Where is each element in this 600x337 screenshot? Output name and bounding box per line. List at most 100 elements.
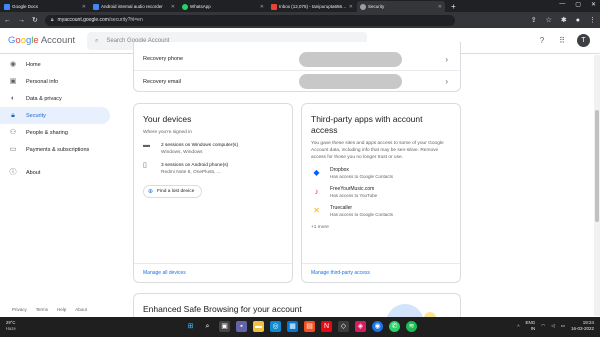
dropbox-icon: ◆ [313,168,320,177]
app-access: Has access to YouTube [330,193,378,198]
language-indicator[interactable]: ENG IN [526,320,536,332]
browser-tab[interactable]: Google Docs ✕ [1,1,89,12]
app-text: FreeYourMusic.com Has access to YouTube [330,186,377,199]
back-icon[interactable]: ← [4,17,11,24]
person-icon: ▣ [9,77,17,85]
manage-third-party-link[interactable]: Manage third-party access [302,263,460,282]
maximize-icon[interactable]: ▢ [575,1,581,8]
device-main: 3 sessions on Android phone(s) [161,163,229,168]
sidebar: ◉ Home ▣ Personal info ◐ Data & privacy … [0,56,118,316]
sidebar-item-people-sharing[interactable]: ⚇ People & sharing [0,124,110,141]
window-close-icon[interactable]: ✕ [591,1,596,8]
tab-close-icon[interactable]: ✕ [349,4,353,10]
browser-tab-active[interactable]: Security ✕ [357,1,445,12]
forward-icon[interactable]: → [18,17,25,24]
device-row-android[interactable]: ▯ 3 sessions on Android phone(s) Redmi N… [134,156,292,176]
teams-icon[interactable]: ▪ [236,321,247,332]
sidebar-item-label: Home [26,61,41,68]
manage-all-devices-link[interactable]: Manage all devices [134,263,292,282]
extensions-icon[interactable]: ✱ [561,16,567,24]
app-row-freeyourmusic[interactable]: ♪ FreeYourMusic.com Has access to YouTub… [302,180,460,199]
minimize-icon[interactable]: — [559,1,565,8]
profile-icon[interactable]: ● [576,17,580,24]
browser-tab[interactable]: WhatsApp ✕ [179,1,267,12]
chrome-icon[interactable]: ◉ [372,321,383,332]
battery-icon[interactable]: ▭ [561,323,565,329]
app-row-dropbox[interactable]: ◆ Dropbox Has access to Google Contacts [302,161,460,180]
tray-overflow-icon[interactable]: ^ [517,324,519,329]
sidebar-item-home[interactable]: ◉ Home [0,56,110,73]
office-icon[interactable]: ▤ [304,321,315,332]
tab-label: Google Docs [12,4,39,9]
device-main: 2 sessions on Windows computer(s) [161,143,239,148]
find-lost-device-button[interactable]: ⊕ Find a lost device [143,185,203,198]
scrollbar-thumb[interactable] [595,110,599,222]
netflix-icon[interactable]: N [321,321,332,332]
wifi-icon[interactable]: ◠ [541,323,545,329]
taskbar-search-icon[interactable]: ⌕ [202,321,213,332]
recovery-info-card: Recovery phone › Recovery email › [133,42,461,92]
clock-date: 16-03-2022 [570,326,594,331]
volume-icon[interactable]: ◁ [551,323,554,329]
sidebar-item-label: Data & privacy [26,95,62,102]
search-icon: ⌕ [95,37,99,44]
recovery-email-row[interactable]: Recovery email › [134,70,460,92]
sidebar-footer: Privacy Terms Help About [12,307,87,312]
app-icon[interactable]: ◈ [355,321,366,332]
home-icon: ◉ [9,60,17,68]
toggle-icon: ◐ [10,94,16,102]
third-party-description: You gave these sites and apps access to … [311,141,444,160]
store-icon[interactable]: ▦ [287,321,298,332]
weather-widget[interactable]: 29°C Haze [6,320,16,332]
address-bar[interactable]: 🔒︎ myaccount.google.com/security?hl=en [44,14,455,26]
browser-tab[interactable]: Inbox (12,075) - tanipurupta656@... ✕ [268,1,356,12]
footer-link-help[interactable]: Help [57,307,66,312]
tab-label: Inbox (12,075) - tanipurupta656@... [279,4,347,9]
reload-icon[interactable]: ↻ [32,16,38,24]
tab-close-icon[interactable]: ✕ [171,4,175,10]
tab-close-icon[interactable]: ✕ [438,4,442,10]
spotify-icon[interactable]: ≋ [406,321,417,332]
your-devices-card: Your devices Where you're signed in ▬ 2 … [133,103,293,283]
task-view-icon[interactable]: ▣ [219,321,230,332]
lock-icon: 🔒︎ [11,111,15,119]
tab-close-icon[interactable]: ✕ [260,4,264,10]
devices-subtitle: Where you're signed in [143,130,192,135]
sidebar-item-payments[interactable]: ▭ Payments & subscriptions [0,141,110,158]
recovery-email-label: Recovery email [143,78,181,85]
device-row-windows[interactable]: ▬ 2 sessions on Windows computer(s) Wind… [134,136,292,156]
file-explorer-icon[interactable]: ▬ [253,321,264,332]
footer-link-terms[interactable]: Terms [36,307,48,312]
windows-taskbar: 29°C Haze ⊞ ⌕ ▣ ▪ ▬ ◎ ▦ ▤ N ◇ ◈ ◉ ✆ ≋ ^ … [0,317,600,337]
footer-link-about[interactable]: About [75,307,87,312]
tab-label: WhatsApp [190,4,211,9]
sidebar-item-data-privacy[interactable]: ◐ Data & privacy [0,90,110,107]
sidebar-item-about[interactable]: ⓘ About [0,164,110,181]
find-lost-device-label: Find a lost device [157,189,195,194]
new-tab-icon[interactable]: + [451,1,456,12]
device-sub: Windows, Windows [161,150,203,155]
whatsapp-icon[interactable]: ✆ [389,321,400,332]
share-icon[interactable]: ⇪ [531,16,537,24]
avatar[interactable]: T [577,34,590,47]
gmail-favicon-icon [271,3,277,10]
clock[interactable]: 19:24 16-03-2022 [571,320,594,332]
tab-close-icon[interactable]: ✕ [82,4,86,10]
recovery-phone-row[interactable]: Recovery phone › [134,48,460,70]
google-account-logo[interactable]: Google Account [8,35,75,46]
windows-start-icon[interactable]: ⊞ [185,321,196,332]
edge-icon[interactable]: ◎ [270,321,281,332]
menu-kebab-icon[interactable]: ⋮ [589,16,596,24]
sidebar-item-personal-info[interactable]: ▣ Personal info [0,73,110,90]
apps-grid-icon[interactable]: ⠿ [557,36,567,46]
photos-icon[interactable]: ◇ [338,321,349,332]
google-docs-favicon-icon [4,3,10,10]
sidebar-item-security[interactable]: 🔒︎ Security [0,107,110,124]
browser-tab[interactable]: Android internal audio recorder ✕ [90,1,178,12]
footer-link-privacy[interactable]: Privacy [12,307,27,312]
help-icon[interactable]: ? [537,36,547,46]
bookmark-star-icon[interactable]: ☆ [546,16,552,24]
app-row-truecaller[interactable]: ✕ Truecaller Has access to Google Contac… [302,199,460,218]
page-scrollbar[interactable] [594,55,600,316]
computer-icon: ▬ [143,142,150,149]
